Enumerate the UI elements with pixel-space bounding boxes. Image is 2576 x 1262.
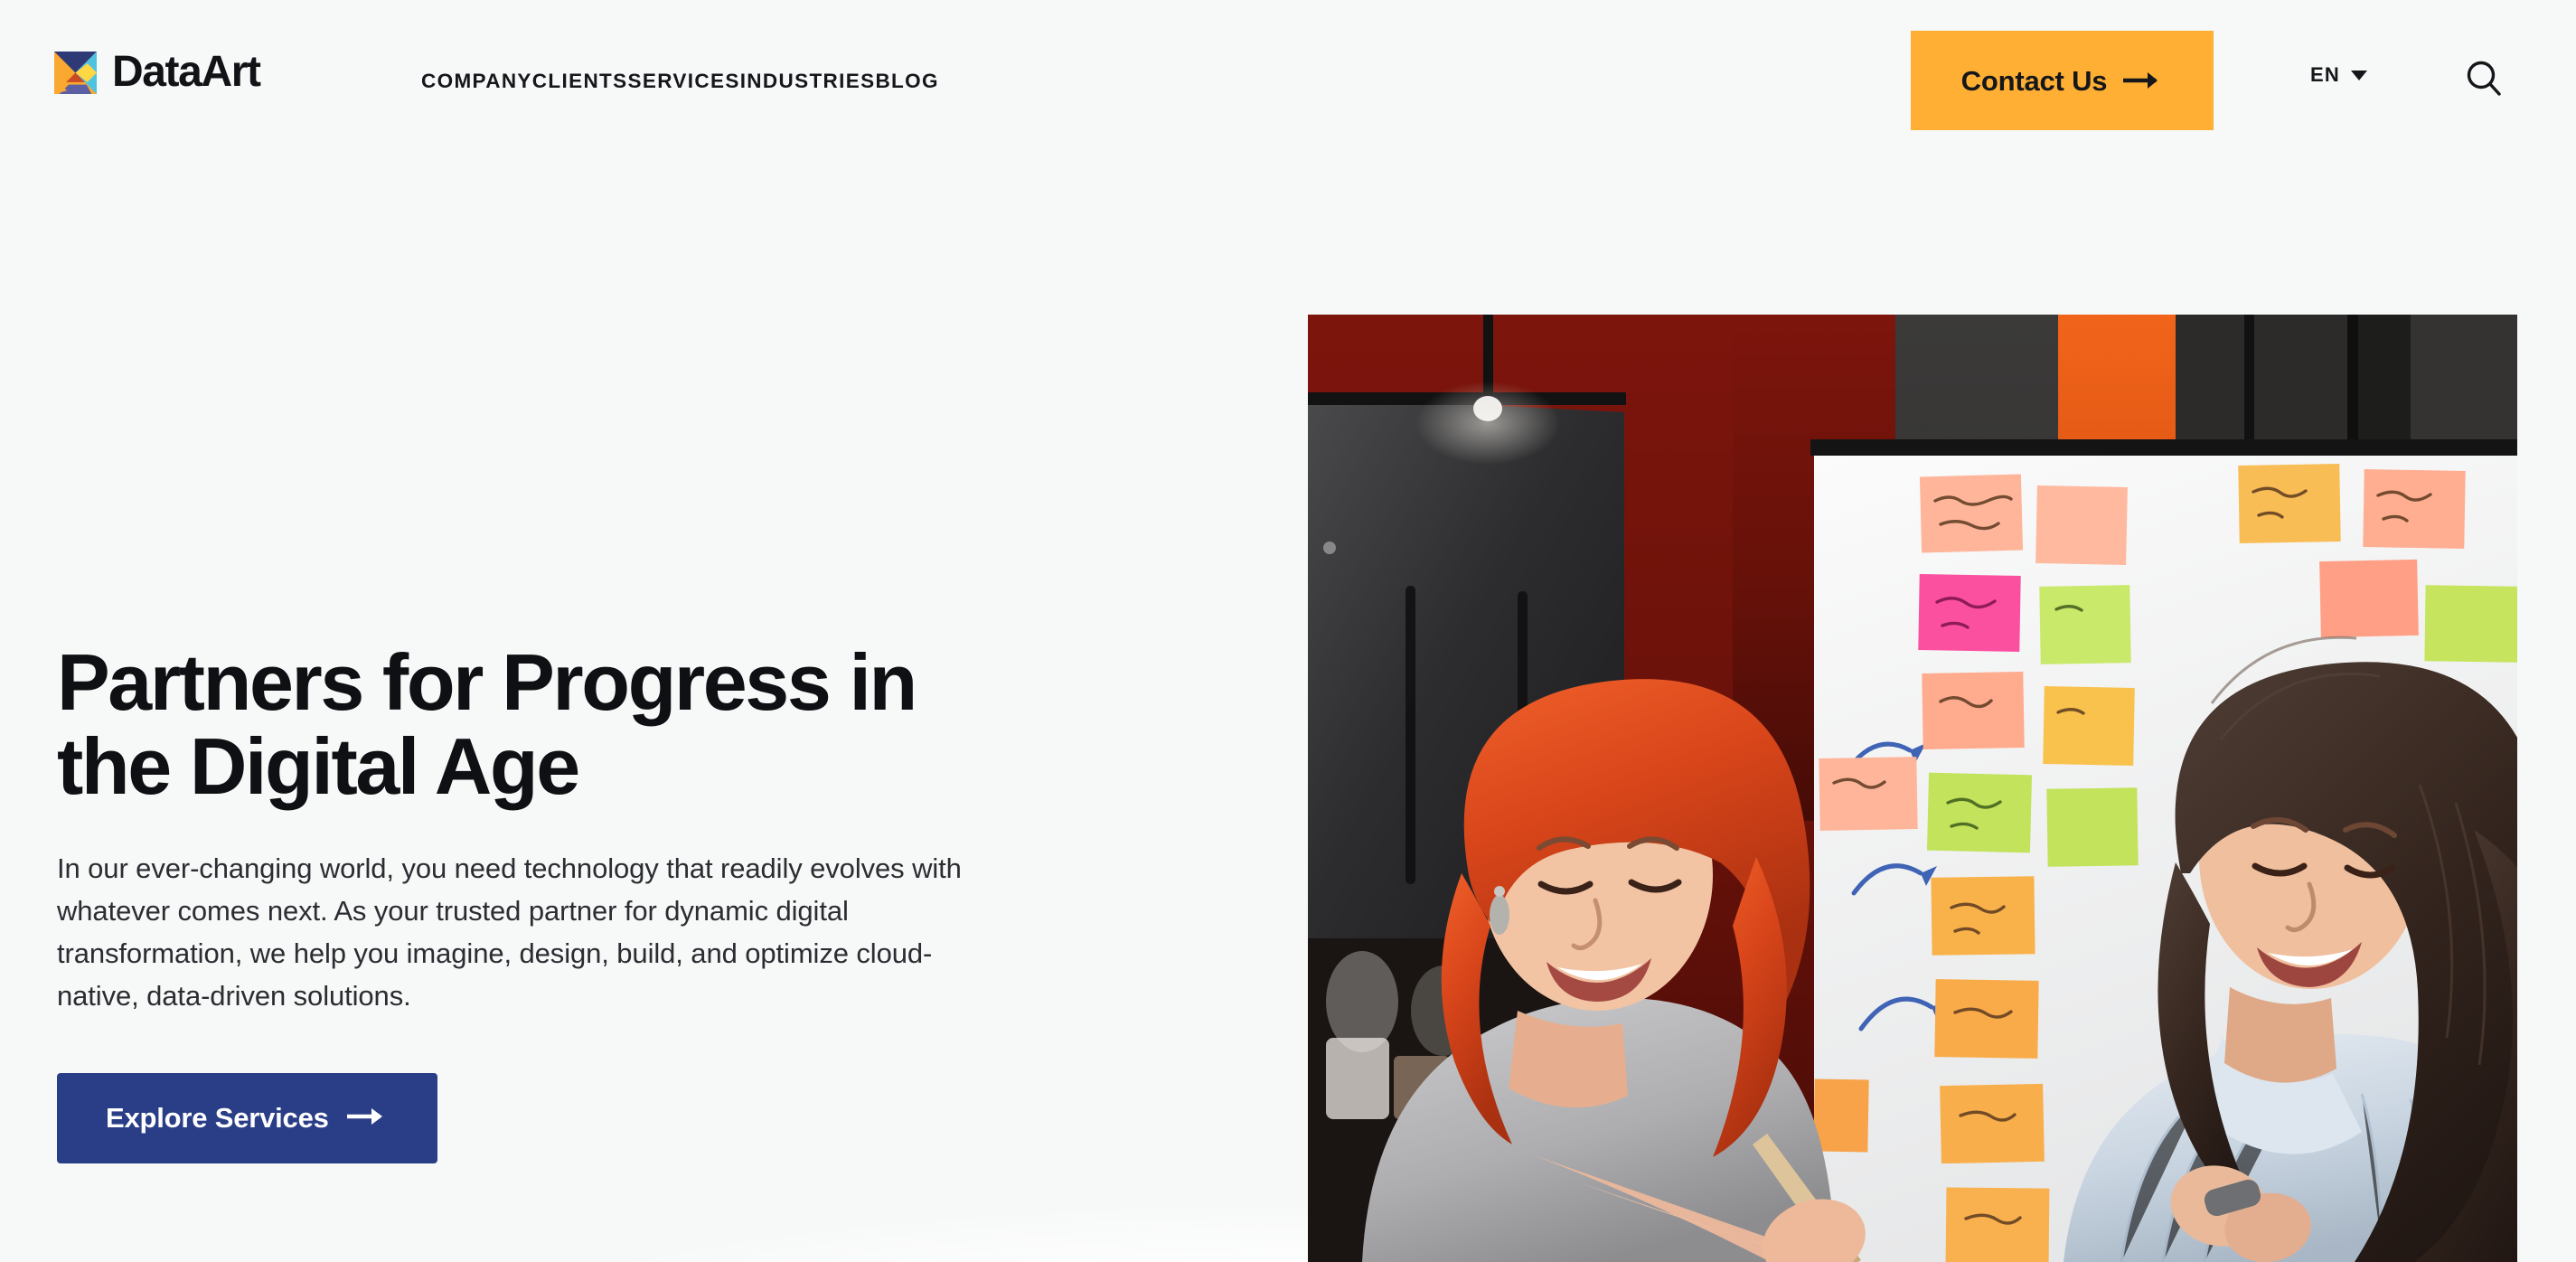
hero-description: In our ever-changing world, you need tec…	[57, 852, 962, 1012]
explore-services-label: Explore Services	[106, 1102, 329, 1135]
nav-item-services[interactable]: SERVICES	[628, 62, 740, 101]
nav-item-industries[interactable]: INDUSTRIES	[740, 62, 876, 101]
nav-item-clients[interactable]: CLIENTS	[532, 62, 628, 101]
language-selected-value: EN	[2310, 63, 2340, 86]
hero-content: Partners for Progress in the Digital Age …	[57, 640, 1015, 1163]
page-title: Partners for Progress in the Digital Age	[57, 640, 925, 809]
site-header: DataArt COMPANY CLIENTS SERVICES INDUSTR…	[0, 0, 2576, 163]
hero-title-line-1: Partners for Progress in	[57, 637, 917, 727]
hero-photo	[1308, 315, 2517, 1262]
hero-title-line-2: the Digital Age	[57, 721, 580, 812]
arrow-right-icon	[2123, 69, 2163, 92]
dataart-diamond-logo-icon	[54, 51, 97, 94]
contact-us-button[interactable]: Contact Us	[1911, 31, 2214, 130]
brand-logo[interactable]: DataArt	[54, 48, 261, 96]
search-icon	[2464, 59, 2504, 101]
contact-us-label: Contact Us	[1960, 64, 2108, 97]
arrow-right-icon	[346, 1105, 389, 1131]
brand-name: DataArt	[112, 48, 261, 96]
explore-services-button[interactable]: Explore Services	[57, 1072, 437, 1163]
main-navigation: COMPANY CLIENTS SERVICES INDUSTRIES BLOG	[421, 0, 939, 163]
nav-item-company[interactable]: COMPANY	[421, 62, 532, 101]
nav-item-blog[interactable]: BLOG	[875, 62, 938, 101]
search-button[interactable]	[2460, 56, 2507, 103]
page-root: DataArt COMPANY CLIENTS SERVICES INDUSTR…	[0, 0, 2576, 1262]
chevron-down-icon	[2350, 70, 2367, 80]
language-selector[interactable]: EN	[2310, 65, 2367, 85]
